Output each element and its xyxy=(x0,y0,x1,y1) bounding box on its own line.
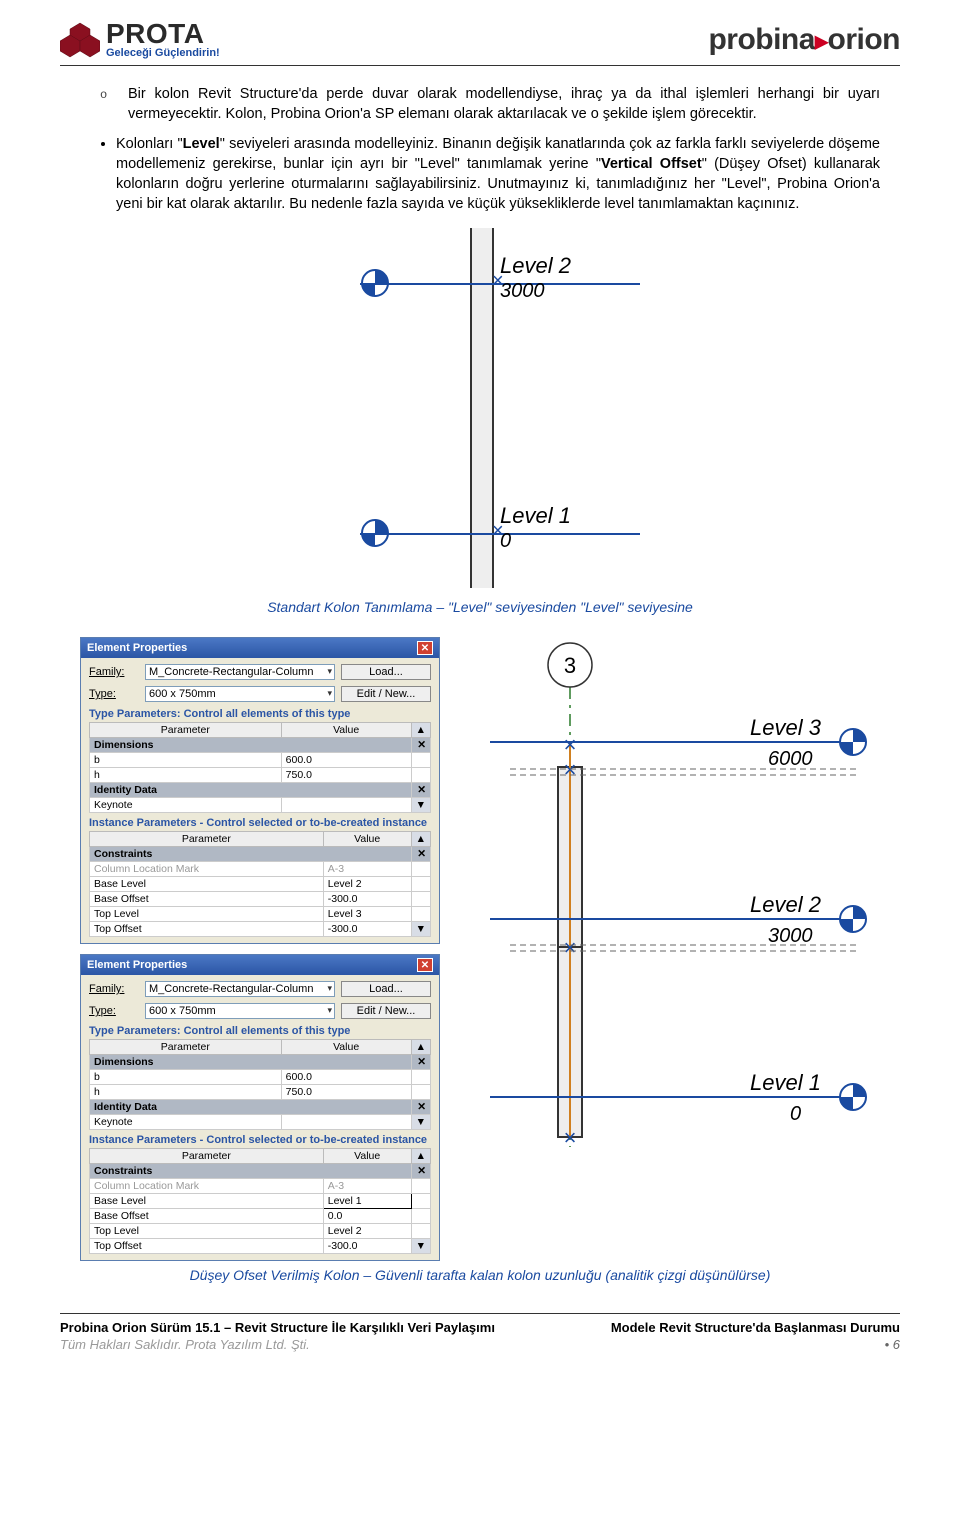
edit-new-button[interactable]: Edit / New... xyxy=(341,686,431,702)
level-value: 3000 xyxy=(500,280,545,303)
panel-titlebar: Element Properties ✕ xyxy=(81,955,439,975)
type-params-heading: Type Parameters: Control all elements of… xyxy=(89,1025,431,1037)
prota-name: PROTA xyxy=(106,20,220,48)
level-value: 0 xyxy=(500,530,511,553)
prota-logo: PROTA Geleceği Güçlendirin! xyxy=(60,20,220,59)
instance-params-heading: Instance Parameters - Control selected o… xyxy=(89,817,431,829)
svg-text:×: × xyxy=(564,732,577,757)
page-number: • 6 xyxy=(885,1337,900,1352)
level-label: Level 2 xyxy=(750,892,821,917)
close-icon[interactable]: ✕ xyxy=(417,641,433,655)
grid-bubble: 3 xyxy=(564,653,576,678)
element-properties-panel: Element Properties ✕ Family: M_Concrete-… xyxy=(80,637,440,944)
page-header: PROTA Geleceği Güçlendirin! probina▸orio… xyxy=(60,20,900,66)
arrow-icon: ▸ xyxy=(815,25,828,55)
list-item: Kolonları "Level" seviyeleri arasında mo… xyxy=(116,134,880,214)
level-label: Level 1 xyxy=(750,1070,821,1095)
panel-titlebar: Element Properties ✕ xyxy=(81,638,439,658)
instance-params-heading: Instance Parameters - Control selected o… xyxy=(89,1134,431,1146)
svg-text:×: × xyxy=(564,935,577,960)
sub-bullet-list: Bir kolon Revit Structure'da perde duvar… xyxy=(80,84,880,124)
figure-caption: Düşey Ofset Verilmiş Kolon – Güvenli tar… xyxy=(80,1267,880,1283)
prota-logo-icon xyxy=(60,21,100,59)
level-value: 6000 xyxy=(768,748,813,770)
family-label: Family: xyxy=(89,983,139,995)
page-footer: Probina Orion Sürüm 15.1 – Revit Structu… xyxy=(60,1313,900,1352)
type-select[interactable]: 600 x 750mm xyxy=(145,686,335,702)
list-item: Bir kolon Revit Structure'da perde duvar… xyxy=(128,84,880,124)
footer-right: Modele Revit Structure'da Başlanması Dur… xyxy=(611,1320,900,1335)
level-label: Level 1 xyxy=(500,503,571,529)
family-select[interactable]: M_Concrete-Rectangular-Column xyxy=(145,981,335,997)
level-row: Level 2 3000 xyxy=(490,892,866,951)
type-label: Type: xyxy=(89,1005,139,1017)
level-label: Level 2 xyxy=(500,253,571,279)
section-drawing: 3 × × × × Level 3 xyxy=(450,637,880,1150)
close-icon[interactable]: ✕ xyxy=(417,958,433,972)
type-params-table: ParameterValue▲ Dimensions✕ b600.0 h750.… xyxy=(89,1039,431,1130)
type-select[interactable]: 600 x 750mm xyxy=(145,1003,335,1019)
probina-orion-logo: probina▸orion xyxy=(708,23,900,57)
level-value: 3000 xyxy=(768,925,813,947)
element-properties-panel: Element Properties ✕ Family: M_Concrete-… xyxy=(80,954,440,1261)
level-row: Level 3 6000 xyxy=(490,715,866,775)
level-row: Level 1 0 xyxy=(490,1070,866,1125)
edit-new-button[interactable]: Edit / New... xyxy=(341,1003,431,1019)
footer-left: Probina Orion Sürüm 15.1 – Revit Structu… xyxy=(60,1320,495,1335)
figure-standard-column: × Level 2 3000 × Level 1 0 xyxy=(80,228,880,591)
level-value: 0 xyxy=(790,1103,801,1125)
type-params-heading: Type Parameters: Control all elements of… xyxy=(89,708,431,720)
family-label: Family: xyxy=(89,666,139,678)
figure-caption: Standart Kolon Tanımlama – "Level" seviy… xyxy=(80,599,880,615)
type-params-table: ParameterValue▲ Dimensions✕ b600.0 h750.… xyxy=(89,722,431,813)
family-select[interactable]: M_Concrete-Rectangular-Column xyxy=(145,664,335,680)
load-button[interactable]: Load... xyxy=(341,981,431,997)
instance-params-table: ParameterValue▲ Constraints✕ Column Loca… xyxy=(89,831,431,937)
level-label: Level 3 xyxy=(750,715,822,740)
svg-text:×: × xyxy=(564,1125,577,1147)
load-button[interactable]: Load... xyxy=(341,664,431,680)
figure-offset-column: Element Properties ✕ Family: M_Concrete-… xyxy=(80,637,880,1261)
bullet-list: Kolonları "Level" seviyeleri arasında mo… xyxy=(80,134,880,214)
prota-tagline: Geleceği Güçlendirin! xyxy=(106,48,220,59)
footer-copyright: Tüm Hakları Saklıdır. Prota Yazılım Ltd.… xyxy=(60,1337,310,1352)
instance-params-table: ParameterValue▲ Constraints✕ Column Loca… xyxy=(89,1148,431,1254)
type-label: Type: xyxy=(89,688,139,700)
